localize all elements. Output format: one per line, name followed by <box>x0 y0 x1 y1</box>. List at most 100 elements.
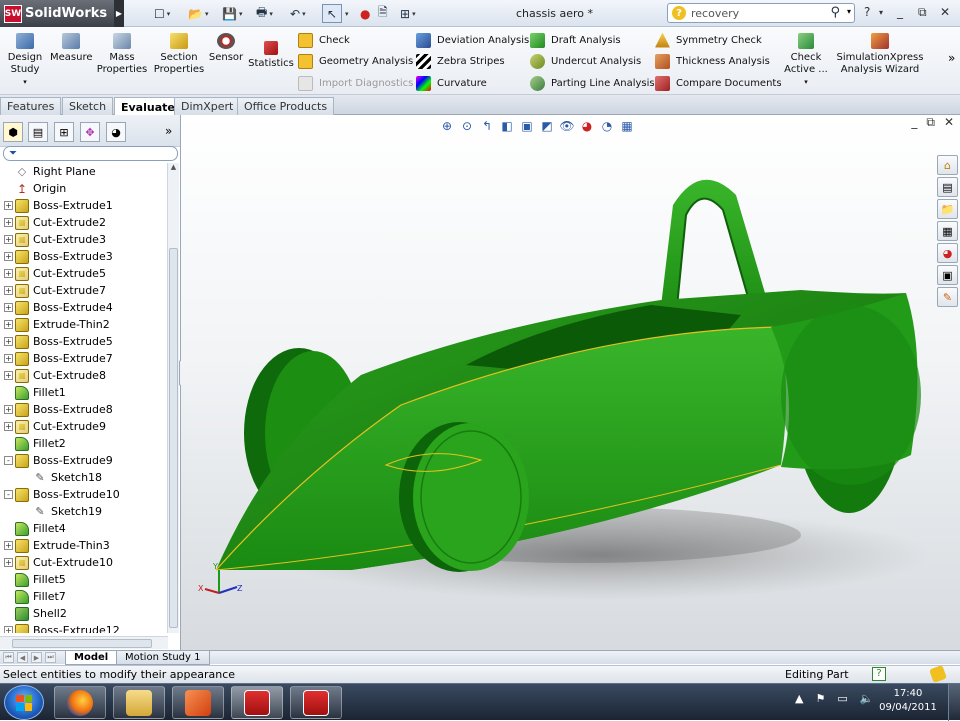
featuremanager-tab-icon[interactable]: ⬢ <box>3 122 23 142</box>
tree-item[interactable]: + Cut-Extrude3 <box>0 231 106 248</box>
ribbon-more-icon[interactable]: » <box>948 51 955 65</box>
tree-item[interactable]: + Boss-Extrude5 <box>0 333 113 350</box>
tab-motion-study[interactable]: Motion Study 1 <box>116 651 210 665</box>
tree-item[interactable]: + Cut-Extrude2 <box>0 214 106 231</box>
tree-item[interactable]: + Cut-Extrude8 <box>0 367 106 384</box>
scroll-thumb[interactable] <box>169 248 178 628</box>
configurationmanager-tab-icon[interactable]: ⊞ <box>54 122 74 142</box>
tab-sketch[interactable]: Sketch <box>62 97 114 115</box>
new-document-button[interactable]: ☐ ▾ <box>154 4 170 23</box>
minimize-icon[interactable]: _ <box>897 5 903 19</box>
design-study-dropdown-icon[interactable]: ▾ <box>4 76 46 88</box>
tab-features[interactable]: Features <box>0 97 62 115</box>
tree-item[interactable]: ↥ Origin <box>0 180 66 197</box>
expand-icon[interactable]: + <box>4 218 13 227</box>
open-button[interactable]: 📂 ▾ <box>188 4 208 23</box>
thickness-analysis-button[interactable]: Thickness Analysis <box>655 51 770 71</box>
expand-icon[interactable]: + <box>4 201 13 210</box>
expand-icon[interactable]: + <box>4 371 13 380</box>
forum-icon[interactable]: ✎ <box>937 287 958 307</box>
select-dropdown[interactable]: ▾ <box>343 4 349 23</box>
solidworks-logo[interactable]: SW SolidWorks ▶ <box>0 0 124 27</box>
restore-icon[interactable]: ⧉ <box>918 5 927 20</box>
taskbar-solidworks[interactable] <box>231 686 283 719</box>
start-button[interactable] <box>4 685 44 720</box>
expand-icon[interactable]: + <box>4 269 13 278</box>
search-input[interactable]: recovery <box>691 7 739 20</box>
expand-icon[interactable]: + <box>4 422 13 431</box>
tree-item[interactable]: Fillet1 <box>0 384 66 401</box>
file-explorer-icon[interactable]: 📁 <box>937 199 958 219</box>
tree-item[interactable]: Fillet2 <box>0 435 66 452</box>
status-help-icon[interactable]: ? <box>872 667 886 681</box>
status-pin-icon[interactable] <box>929 665 947 683</box>
tree-item[interactable]: - Boss-Extrude9 <box>0 452 113 469</box>
first-tab-icon[interactable]: ⏮ <box>3 652 14 663</box>
expand-icon[interactable]: + <box>4 541 13 550</box>
print-button[interactable]: 🖶 ▾ <box>256 4 273 23</box>
taskbar-explorer[interactable] <box>113 686 165 719</box>
hscroll-thumb[interactable] <box>12 639 152 648</box>
tree-item[interactable]: + Boss-Extrude7 <box>0 350 113 367</box>
taskbar-media-player[interactable] <box>172 686 224 719</box>
tab-evaluate[interactable]: Evaluate <box>114 97 182 116</box>
section-properties-button[interactable]: Section Properties <box>152 33 206 76</box>
expand-icon[interactable]: + <box>4 252 13 261</box>
geometry-analysis-button[interactable]: Geometry Analysis <box>298 51 413 71</box>
tree-item[interactable]: - Boss-Extrude10 <box>0 486 120 503</box>
sensor-button[interactable]: Sensor <box>208 33 244 64</box>
action-center-flag-icon[interactable]: ⚑ <box>815 692 825 705</box>
appearances-icon[interactable]: ◕ <box>937 243 958 263</box>
panel-more-icon[interactable]: » <box>165 124 172 138</box>
tree-vertical-scrollbar[interactable]: ▲ <box>167 163 179 633</box>
tree-item[interactable]: + Boss-Extrude12 <box>0 622 120 633</box>
tree-item[interactable]: + Boss-Extrude3 <box>0 248 113 265</box>
expand-icon[interactable]: + <box>4 235 13 244</box>
tree-horizontal-scrollbar[interactable] <box>0 636 168 649</box>
symmetry-check-button[interactable]: Symmetry Check <box>655 30 762 50</box>
help-icon[interactable]: ? <box>864 5 870 19</box>
custom-properties-icon[interactable]: ▣ <box>937 265 958 285</box>
expand-icon[interactable]: + <box>4 303 13 312</box>
check-active-button[interactable]: Check Active ... ▾ <box>782 33 830 88</box>
collapse-icon[interactable]: - <box>4 456 13 465</box>
draft-analysis-button[interactable]: Draft Analysis <box>530 30 621 50</box>
check-button[interactable]: Check <box>298 30 350 50</box>
simulationxpress-button[interactable]: SimulationXpress Analysis Wizard <box>836 33 924 76</box>
taskbar-firefox[interactable] <box>54 686 106 719</box>
tree-item[interactable]: + Cut-Extrude10 <box>0 554 113 571</box>
tree-item[interactable]: ✎ Sketch18 <box>0 469 102 486</box>
file-properties-button[interactable]: 🗎 <box>378 4 388 23</box>
curvature-button[interactable]: Curvature <box>416 73 487 93</box>
tree-item[interactable]: Fillet7 <box>0 588 66 605</box>
close-icon[interactable]: ✕ <box>940 5 950 19</box>
search-dropdown-icon[interactable]: ▾ <box>847 7 851 16</box>
zebra-stripes-button[interactable]: Zebra Stripes <box>416 51 505 71</box>
scroll-up-icon[interactable]: ▲ <box>168 163 179 171</box>
select-button[interactable]: ↖ <box>322 4 342 23</box>
tree-item[interactable]: Fillet4 <box>0 520 66 537</box>
check-active-dropdown-icon[interactable]: ▾ <box>782 76 830 88</box>
expand-icon[interactable]: + <box>4 354 13 363</box>
tree-item[interactable]: + Boss-Extrude1 <box>0 197 113 214</box>
display-manager-tab-icon[interactable]: ◕ <box>106 122 126 142</box>
help-dropdown-icon[interactable]: ▾ <box>879 8 883 17</box>
tree-item[interactable]: + Boss-Extrude4 <box>0 299 113 316</box>
compare-documents-button[interactable]: Compare Documents <box>655 73 782 93</box>
expand-icon[interactable]: + <box>4 286 13 295</box>
search-icon[interactable]: ⚲ <box>830 5 840 20</box>
expand-icon[interactable]: + <box>4 320 13 329</box>
next-tab-icon[interactable]: ▶ <box>31 652 42 663</box>
save-button[interactable]: 💾 ▾ <box>222 4 242 23</box>
tree-item[interactable]: + Boss-Extrude8 <box>0 401 113 418</box>
collapse-icon[interactable]: - <box>4 490 13 499</box>
import-diagnostics-button[interactable]: Import Diagnostics <box>298 73 413 93</box>
network-icon[interactable]: ▭ <box>837 692 847 705</box>
tray-arrow-icon[interactable]: ▲ <box>795 692 803 705</box>
design-library-icon[interactable]: ▤ <box>937 177 958 197</box>
tree-item[interactable]: + Cut-Extrude9 <box>0 418 106 435</box>
taskbar-clock[interactable]: 17:40 09/04/2011 <box>872 687 944 715</box>
tree-item[interactable]: + Extrude-Thin2 <box>0 316 110 333</box>
undo-button[interactable]: ↶ ▾ <box>290 4 306 23</box>
design-study-button[interactable]: Design Study ▾ <box>4 33 46 88</box>
